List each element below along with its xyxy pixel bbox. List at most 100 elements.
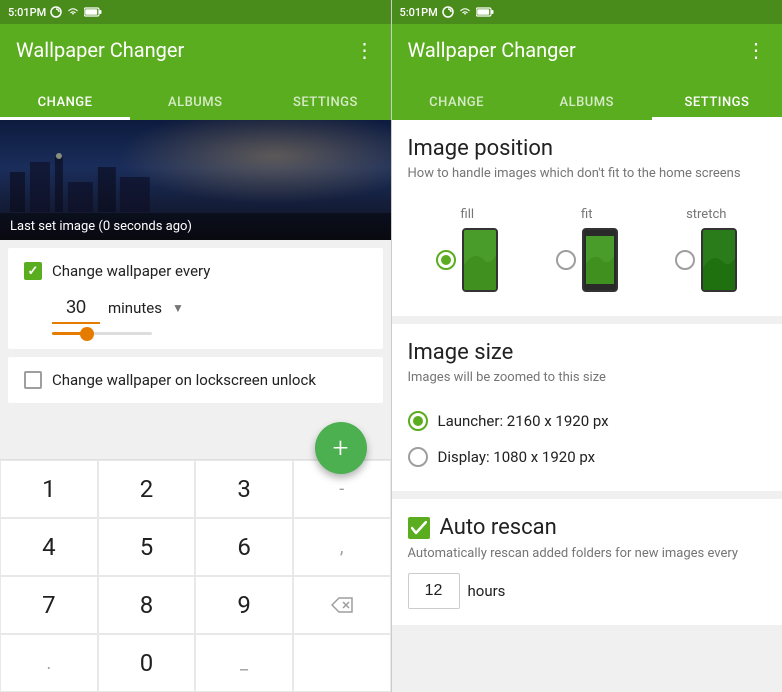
right-wifi-icon [458, 6, 472, 18]
autorescan-desc: Automatically rescan added folders for n… [408, 546, 767, 561]
left-app-title: Wallpaper Changer [16, 38, 184, 62]
left-panel-body: Last set image (0 seconds ago) ✓ Change … [0, 120, 391, 459]
lockscreen-checkbox[interactable] [24, 371, 42, 389]
left-tab-settings[interactable]: SETTINGS [260, 95, 390, 120]
image-position-desc: How to handle images which don't fit to … [408, 165, 767, 183]
battery-icon [84, 6, 102, 18]
right-tabs: CHANGE ALBUMS SETTINGS [392, 76, 782, 120]
hours-row: hours [408, 573, 767, 609]
launcher-radio[interactable] [408, 411, 428, 431]
position-stretch: stretch [675, 207, 737, 292]
lockscreen-label: Change wallpaper on lockscreen unlock [52, 371, 316, 389]
numpad-5[interactable]: 5 [98, 518, 196, 576]
slider-row [24, 332, 367, 335]
stretch-phone-preview [701, 228, 737, 292]
right-tab-albums[interactable]: ALBUMS [522, 95, 652, 120]
right-tab-settings[interactable]: SETTINGS [652, 95, 782, 120]
autorescan-checkbox[interactable] [408, 517, 430, 539]
fit-radio[interactable] [556, 250, 576, 270]
checkmark-icon: ✓ [28, 264, 39, 279]
right-app-title: Wallpaper Changer [408, 38, 576, 62]
hours-input[interactable] [408, 573, 460, 609]
left-tabs: CHANGE ALBUMS SETTINGS [0, 76, 391, 120]
display-radio[interactable] [408, 447, 428, 467]
numpad-4[interactable]: 4 [0, 518, 98, 576]
position-fill: fill [436, 207, 498, 292]
fill-preview-icon [464, 230, 496, 290]
right-panel: 5:01PM Wallpaper Changer ⋮ CHANGE ALBUMS… [392, 0, 782, 692]
change-wallpaper-checkbox[interactable]: ✓ [24, 262, 42, 280]
fab-add[interactable]: + [315, 422, 367, 474]
stretch-label: stretch [686, 207, 726, 222]
right-app-header: Wallpaper Changer ⋮ [392, 24, 782, 76]
display-label: Display: 1080 x 1920 px [438, 448, 596, 466]
numpad-7[interactable]: 7 [0, 576, 98, 634]
size-display: Display: 1080 x 1920 px [408, 439, 767, 475]
image-position-section: Image position How to handle images whic… [392, 120, 782, 316]
fill-radio-row [436, 228, 498, 292]
right-battery-icon [476, 6, 494, 18]
numpad-3[interactable]: 3 [195, 460, 293, 518]
right-status-bar: 5:01PM [392, 0, 782, 24]
right-panel-body: Image position How to handle images whic… [392, 120, 782, 692]
done-checkmark-icon [332, 655, 352, 671]
numpad-2[interactable]: 2 [98, 460, 196, 518]
fill-label: fill [460, 207, 474, 222]
backspace-icon [331, 597, 353, 613]
stretch-radio[interactable] [675, 250, 695, 270]
autorescan-title-row: Auto rescan [408, 515, 767, 540]
left-overflow-menu[interactable]: ⋮ [355, 38, 375, 62]
slider-thumb[interactable] [80, 327, 94, 341]
interval-input[interactable] [52, 292, 100, 324]
left-tab-albums[interactable]: ALBUMS [130, 95, 260, 120]
fab-plus-icon: + [333, 434, 349, 462]
signal-icon [50, 6, 62, 18]
autorescan-checkmark-icon [411, 521, 427, 535]
numpad-dot[interactable]: . [0, 634, 98, 692]
numpad-backspace[interactable] [293, 576, 391, 634]
lockscreen-row: Change wallpaper on lockscreen unlock [24, 371, 367, 389]
interval-unit-label: minutes [108, 299, 162, 317]
autorescan-title: Auto rescan [440, 515, 557, 540]
numpad-1[interactable]: 1 [0, 460, 98, 518]
fit-label: fit [581, 207, 592, 222]
fit-phone-preview [582, 228, 618, 292]
status-time-right: 5:01PM [400, 6, 494, 19]
auto-rescan-section: Auto rescan Automatically rescan added f… [392, 499, 782, 625]
interval-dropdown-arrow[interactable]: ▼ [172, 301, 184, 315]
numpad-done-circle[interactable] [332, 649, 352, 677]
left-status-bar: 5:01PM [0, 0, 391, 24]
right-tab-change[interactable]: CHANGE [392, 95, 522, 120]
left-app-header: Wallpaper Changer ⋮ [0, 24, 391, 76]
image-size-title: Image size [408, 340, 767, 365]
numpad: 1 2 3 - 4 5 6 , 7 8 9 . 0 _ [0, 459, 391, 692]
numpad-0[interactable]: 0 [98, 634, 196, 692]
stretch-radio-row [675, 228, 737, 292]
image-position-options: fill fit [408, 199, 767, 300]
numpad-6[interactable]: 6 [195, 518, 293, 576]
numpad-9[interactable]: 9 [195, 576, 293, 634]
lockscreen-card: Change wallpaper on lockscreen unlock [8, 357, 383, 403]
fill-radio[interactable] [436, 250, 456, 270]
left-tab-change[interactable]: CHANGE [0, 95, 130, 120]
numpad-underscore[interactable]: _ [195, 634, 293, 692]
numpad-comma[interactable]: , [293, 518, 391, 576]
time-left: 5:01PM [8, 6, 46, 19]
last-set-label: Last set image (0 seconds ago) [0, 213, 391, 240]
launcher-label: Launcher: 2160 x 1920 px [438, 412, 609, 430]
interval-slider[interactable] [52, 332, 152, 335]
interval-row: minutes ▼ [24, 292, 367, 324]
change-wallpaper-row: ✓ Change wallpaper every [24, 262, 367, 280]
left-panel: 5:01PM Wallpaper Changer ⋮ CHANGE ALBUMS… [0, 0, 391, 692]
fill-phone-preview [462, 228, 498, 292]
fit-radio-row [556, 228, 618, 292]
right-overflow-menu[interactable]: ⋮ [746, 38, 766, 62]
city-skyline-icon [0, 152, 391, 212]
status-time-left: 5:01PM [8, 6, 102, 19]
fit-preview-icon [586, 236, 614, 284]
numpad-done[interactable] [293, 634, 391, 692]
image-size-section: Image size Images will be zoomed to this… [392, 324, 782, 491]
numpad-8[interactable]: 8 [98, 576, 196, 634]
wallpaper-preview: Last set image (0 seconds ago) [0, 120, 391, 240]
image-size-desc: Images will be zoomed to this size [408, 369, 767, 387]
